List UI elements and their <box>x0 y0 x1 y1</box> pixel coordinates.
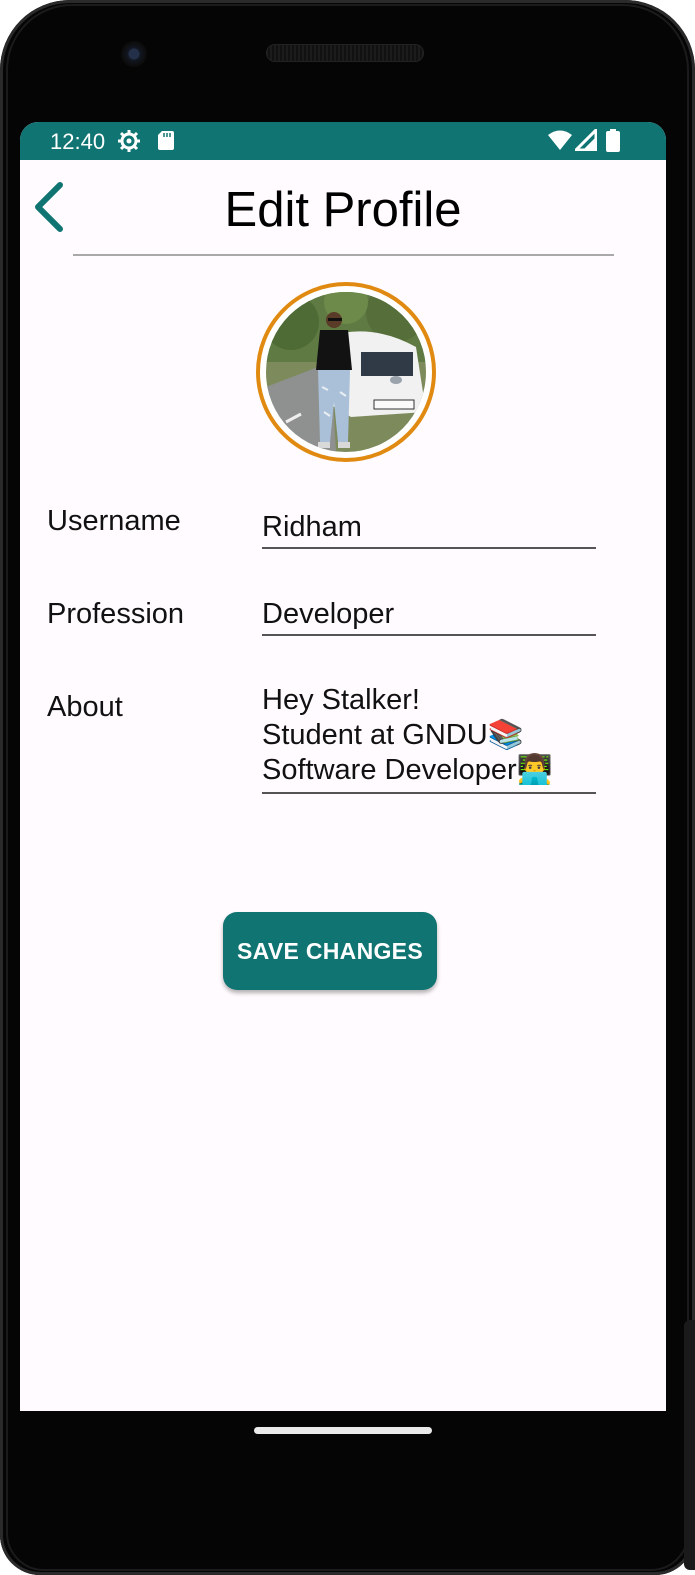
front-camera <box>121 41 147 67</box>
cellular-signal-icon <box>574 128 598 157</box>
phone-frame: 12:40 Edit Profile Username Ridham Profe… <box>0 0 695 1575</box>
about-line: Software Developer👨‍💻 <box>262 754 553 786</box>
profession-input[interactable] <box>262 595 596 636</box>
sd-card-icon <box>157 129 175 157</box>
home-indicator[interactable] <box>254 1427 432 1434</box>
username-label: Username <box>47 505 181 537</box>
side-button <box>684 1320 695 1570</box>
settings-gear-icon <box>117 129 141 159</box>
status-bar: 12:40 <box>20 122 666 160</box>
save-changes-button[interactable]: SAVE CHANGES <box>223 912 437 990</box>
wifi-icon <box>547 129 573 157</box>
earpiece-speaker <box>266 44 424 62</box>
about-line: Hey Stalker! <box>262 684 420 716</box>
app-screen: 12:40 Edit Profile Username Ridham Profe… <box>20 122 666 1411</box>
battery-icon <box>606 129 620 159</box>
about-label: About <box>47 691 123 723</box>
profile-photo <box>266 292 426 452</box>
title-divider <box>73 254 614 256</box>
status-time: 12:40 <box>50 129 106 154</box>
username-input[interactable] <box>262 508 596 549</box>
avatar[interactable] <box>256 282 436 462</box>
page-title: Edit Profile <box>224 183 462 237</box>
about-line: Student at GNDU📚 <box>262 719 524 751</box>
about-input[interactable]: Hey Stalker! Student at GNDU📚 Software D… <box>262 683 596 794</box>
profession-label: Profession <box>47 598 185 630</box>
